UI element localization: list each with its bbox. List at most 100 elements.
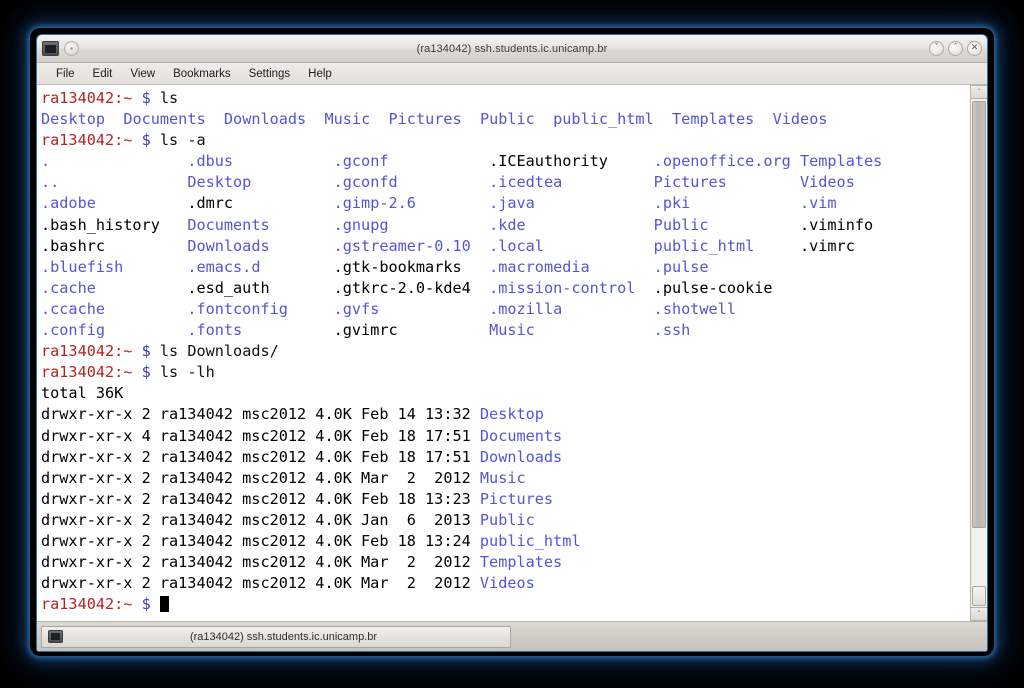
scroll-up-arrow-icon[interactable]: ˆ: [971, 85, 987, 99]
dir-entry: Desktop: [41, 110, 106, 129]
terminal-line-ls-a-row: .adobe .dmrc .gimp-2.6 .java .pki .vim: [41, 193, 970, 214]
terminal-line-ls-a-row: .bash_history Documents .gnupg .kde Publ…: [41, 215, 970, 236]
ls-a-entry: .gtkrc-2.0-kde4: [333, 278, 490, 297]
terminal-area: ra134042:~ $ ls Desktop Documents Downloa…: [37, 85, 987, 621]
window-title: (ra134042) ssh.students.ic.unicamp.br: [416, 42, 608, 55]
ls-a-entry: .adobe: [41, 194, 188, 213]
shell-prompt: ra134042:~: [41, 342, 133, 361]
taskbar-session-button[interactable]: (ra134042) ssh.students.ic.unicamp.br: [41, 625, 511, 648]
ls-a-entry: .pulse: [653, 257, 800, 276]
dir-entry: Pictures: [479, 489, 554, 508]
dir-entry: Music: [479, 468, 526, 487]
dir-entry: Downloads: [479, 447, 563, 466]
ls-a-entry: .: [41, 152, 188, 171]
ls-a-entry: .pki: [653, 194, 800, 213]
menu-help[interactable]: Help: [299, 66, 341, 82]
prompt-dollar: $: [141, 595, 151, 614]
taskbar-session-label: (ra134042) ssh.students.ic.unicamp.br: [189, 630, 378, 643]
dir-entry: Templates: [479, 553, 563, 572]
ls-a-entry: .openoffice.org: [653, 152, 800, 171]
menu-edit[interactable]: Edit: [84, 66, 122, 82]
terminal-line-ls-a-row: .cache .esd_auth .gtkrc-2.0-kde4 .missio…: [41, 278, 970, 299]
ls-a-entry: .gconf: [333, 152, 490, 171]
titlebar-icons: [42, 41, 79, 56]
scrollbar-track[interactable]: [971, 99, 987, 607]
ls-a-entry: .bluefish: [41, 257, 188, 276]
terminal-line-ls-lh-row: drwxr-xr-x 2 ra134042 msc2012 4.0K Mar 2…: [41, 573, 970, 594]
ls-a-entry: .dbus: [187, 152, 334, 171]
terminal-line-ls-lh-row: drwxr-xr-x 2 ra134042 msc2012 4.0K Feb 1…: [41, 489, 970, 510]
menu-settings[interactable]: Settings: [240, 66, 300, 82]
maximize-button[interactable]: ˆ: [948, 41, 963, 56]
terminal-line-ls-a-row: .bashrc Downloads .gstreamer-0.10 .local…: [41, 236, 970, 257]
menu-file[interactable]: File: [47, 66, 84, 82]
ls-a-entry: .java: [489, 194, 654, 213]
ls-a-entry: .fontconfig: [187, 299, 334, 318]
dir-entry: Videos: [772, 110, 828, 129]
terminal-icon[interactable]: [42, 41, 59, 56]
ls-a-entry: .gtk-bookmarks: [333, 257, 490, 276]
ls-a-entry: .gimp-2.6: [333, 194, 490, 213]
file-meta: drwxr-xr-x 2 ra134042 msc2012 4.0K Mar 2…: [41, 553, 480, 572]
ls-a-entry: Pictures: [653, 173, 800, 192]
terminal-scrollbar[interactable]: ˆ ˇ: [970, 85, 987, 621]
ls-a-entry: .kde: [489, 215, 654, 234]
prompt-dollar: $: [141, 363, 151, 382]
ls-a-entry: .esd_auth: [187, 278, 334, 297]
file-meta: drwxr-xr-x 2 ra134042 msc2012 4.0K Feb 1…: [41, 531, 480, 550]
dir-entry: Public: [479, 110, 535, 129]
dir-entry: Music: [324, 110, 371, 129]
dir-entry: Downloads: [223, 110, 307, 129]
desktop-background: (ra134042) ssh.students.ic.unicamp.br ˇ …: [0, 0, 1024, 688]
ls-a-entry: Music: [489, 321, 654, 340]
ls-a-entry: .gconfd: [333, 173, 490, 192]
terminal-line-ls-output: Desktop Documents Downloads Music Pictur…: [41, 109, 970, 130]
ls-a-entry: .shotwell: [653, 299, 800, 318]
terminal-line-ls-lh-row: drwxr-xr-x 2 ra134042 msc2012 4.0K Jan 6…: [41, 510, 970, 531]
ls-a-entry: .gvfs: [333, 299, 490, 318]
file-meta: drwxr-xr-x 2 ra134042 msc2012 4.0K Mar 2…: [41, 468, 480, 487]
terminal-line-ls-lh-row: drwxr-xr-x 2 ra134042 msc2012 4.0K Feb 1…: [41, 531, 970, 552]
ls-a-entry: .local: [489, 236, 654, 255]
terminal-output[interactable]: ra134042:~ $ ls Desktop Documents Downloa…: [37, 85, 970, 621]
ls-a-entry: Public: [653, 215, 800, 234]
ls-a-entry: .icedtea: [489, 173, 654, 192]
terminal-line-ls-a-row: .ccache .fontconfig .gvfs .mozilla .shot…: [41, 299, 970, 320]
file-meta: drwxr-xr-x 2 ra134042 msc2012 4.0K Feb 1…: [41, 447, 480, 466]
dir-entry: public_html: [553, 110, 654, 129]
minimize-button[interactable]: ˇ: [929, 41, 944, 56]
terminal-line-command: ra134042:~ $ ls Downloads/: [41, 341, 970, 362]
terminal-line-ls-a-row: . .dbus .gconf .ICEauthority .openoffice…: [41, 151, 970, 172]
file-meta: drwxr-xr-x 2 ra134042 msc2012 4.0K Jan 6…: [41, 510, 480, 529]
terminal-line-ls-lh-row: drwxr-xr-x 4 ra134042 msc2012 4.0K Feb 1…: [41, 426, 970, 447]
scroll-down-arrow-icon[interactable]: ˇ: [971, 607, 987, 621]
ls-a-entry: Videos: [799, 173, 855, 192]
ls-a-entry: .bashrc: [41, 236, 188, 255]
dir-entry: Templates: [672, 110, 755, 129]
menubar: File Edit View Bookmarks Settings Help: [37, 63, 987, 85]
ls-a-entry: .gstreamer-0.10: [333, 236, 490, 255]
terminal-window: (ra134042) ssh.students.ic.unicamp.br ˇ …: [36, 34, 988, 652]
pin-button-icon[interactable]: [64, 41, 79, 56]
scrollbar-thumb[interactable]: [972, 101, 986, 528]
menu-bookmarks[interactable]: Bookmarks: [164, 66, 240, 82]
file-meta: drwxr-xr-x 2 ra134042 msc2012 4.0K Feb 1…: [41, 405, 480, 424]
ls-a-entry: .fonts: [187, 321, 334, 340]
dir-entry: Documents: [479, 426, 563, 445]
terminal-line-command: ra134042:~ $ ls: [41, 88, 970, 109]
scrollbar-secondary-thumb[interactable]: [972, 586, 986, 606]
terminal-line-total: total 36K: [41, 383, 970, 404]
ls-a-entry: .dmrc: [187, 194, 334, 213]
shell-prompt: ra134042:~: [41, 363, 133, 382]
close-button[interactable]: ✕: [967, 41, 982, 56]
file-meta: drwxr-xr-x 4 ra134042 msc2012 4.0K Feb 1…: [41, 426, 480, 445]
shell-prompt: ra134042:~: [41, 595, 133, 614]
ls-a-entry: Desktop: [187, 173, 334, 192]
prompt-dollar: $: [141, 131, 151, 150]
ls-a-entry: Templates: [799, 152, 883, 171]
command-text: ls Downloads/: [159, 342, 279, 361]
ls-a-entry: .bash_history: [41, 215, 188, 234]
menu-view[interactable]: View: [121, 66, 164, 82]
ls-a-entry: .viminfo: [799, 215, 874, 234]
window-titlebar[interactable]: (ra134042) ssh.students.ic.unicamp.br ˇ …: [37, 35, 987, 63]
